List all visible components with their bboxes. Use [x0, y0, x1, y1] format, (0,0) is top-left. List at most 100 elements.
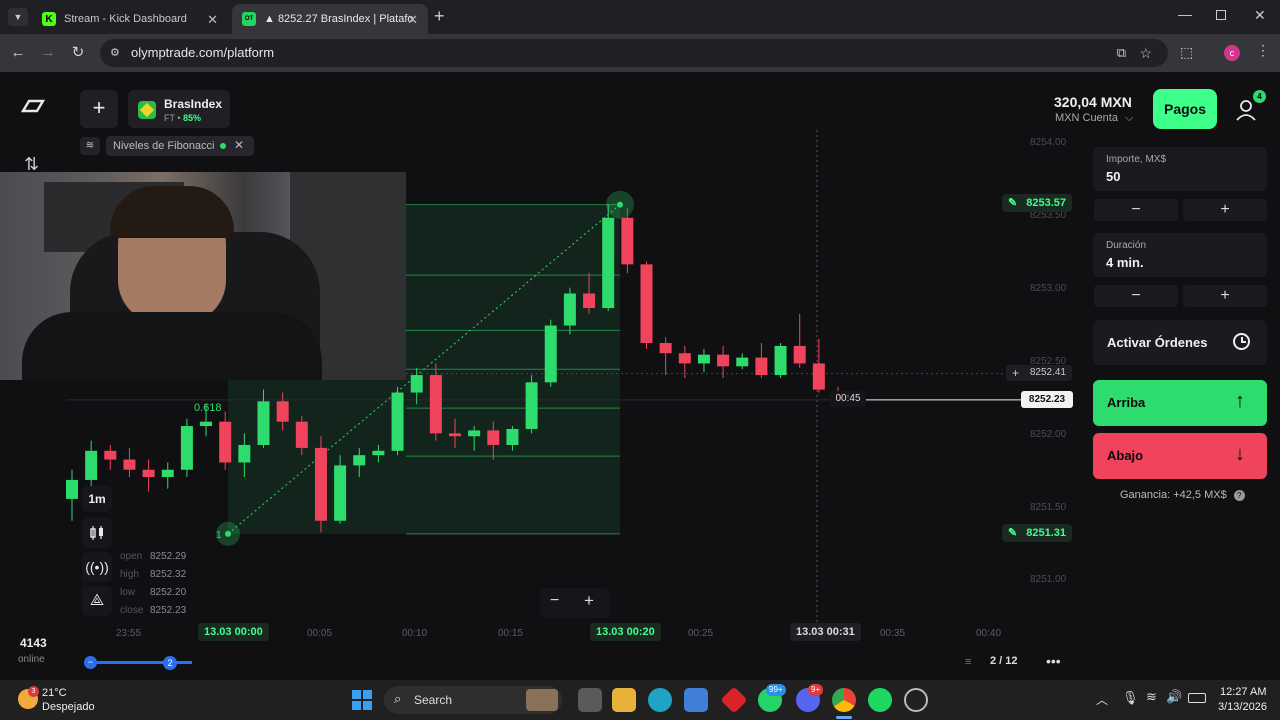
- payments-button[interactable]: Pagos: [1153, 89, 1217, 129]
- account-type-selector[interactable]: MXN Cuenta ⌵: [1055, 112, 1133, 125]
- pending-orders-button[interactable]: Activar Órdenes: [1093, 320, 1267, 365]
- duration-label: Duración: [1106, 240, 1147, 251]
- x-tick-label: 00:40: [976, 628, 1002, 639]
- taskbar-search[interactable]: ⌕ Search: [384, 686, 562, 714]
- forward-arrow-icon[interactable]: →: [38, 43, 58, 63]
- clock-date[interactable]: 3/13/2026: [1218, 701, 1267, 713]
- more-options-icon[interactable]: •••: [1046, 653, 1061, 669]
- settings-gear-icon[interactable]: [904, 688, 928, 712]
- whatsapp-badge: 99+: [766, 684, 786, 696]
- x-tick-label: 13.03 00:31: [790, 623, 861, 641]
- account-balance[interactable]: 320,04 MXN: [1054, 94, 1132, 110]
- chrome-icon[interactable]: [832, 688, 856, 712]
- profile-avatar[interactable]: c: [1224, 45, 1240, 61]
- browser-toolbar: ← → ↻ ⚙ olymptrade.com/platform ⧉ ☆ ⬚ c …: [0, 34, 1280, 72]
- ohlc-open-label: open: [120, 551, 143, 562]
- browser-menu-icon[interactable]: ⋮: [1256, 42, 1270, 59]
- tab-olymptrade[interactable]: OT ▲ 8252.27 BrasIndex | Plataform ✕: [232, 4, 428, 34]
- add-asset-button[interactable]: +: [80, 90, 118, 128]
- candle-body: [180, 426, 193, 470]
- wifi-icon[interactable]: ≋: [1146, 689, 1157, 705]
- candle-body: [238, 444, 251, 463]
- windows-start-icon[interactable]: [352, 690, 372, 710]
- duration-field[interactable]: Duración 4 min.: [1093, 233, 1267, 277]
- volume-icon[interactable]: 🔊: [1166, 689, 1182, 705]
- crosshair-price-tag[interactable]: +8252.41: [1006, 365, 1072, 381]
- crosshair-price-value: 8252.41: [1029, 367, 1066, 378]
- clock-icon: [1233, 333, 1250, 350]
- close-tab-icon[interactable]: ✕: [207, 12, 218, 28]
- candle-body: [372, 450, 385, 456]
- tab-kick-dashboard[interactable]: K Stream - Kick Dashboard ✕: [32, 4, 228, 34]
- buy-up-button[interactable]: Arriba ↑: [1093, 380, 1267, 426]
- bookmark-star-icon[interactable]: ☆: [1139, 39, 1152, 67]
- candle-body: [161, 469, 174, 478]
- ohlc-close-label: close: [120, 605, 144, 616]
- fib-high-tag[interactable]: ✎ 8253.57: [1002, 194, 1072, 212]
- x-tick-label: 00:35: [880, 628, 906, 639]
- spotify-icon[interactable]: [868, 688, 892, 712]
- notification-badge: 4: [1253, 90, 1266, 103]
- site-info-icon[interactable]: ⚙: [110, 39, 120, 67]
- ohlc-open-value: 8252.29: [150, 551, 187, 562]
- history-slider-handle[interactable]: −: [84, 656, 97, 669]
- fib-low-tag[interactable]: ✎ 8251.31: [1002, 524, 1072, 542]
- install-app-icon[interactable]: ⧉: [1117, 39, 1126, 67]
- duration-decrease-button[interactable]: −: [1094, 285, 1178, 307]
- extensions-icon[interactable]: ⬚: [1180, 44, 1193, 61]
- windows-taskbar: 3 21°C Despejado ⌕ Search 99+ 9+ ︿ 🎙 ≋ 🔊…: [0, 680, 1280, 720]
- address-bar[interactable]: ⚙ olymptrade.com/platform ⧉ ☆: [100, 39, 1168, 67]
- candle-type-icon[interactable]: [82, 518, 112, 548]
- store-icon[interactable]: [684, 688, 708, 712]
- candle-body: [257, 401, 270, 445]
- candle-body: [391, 392, 404, 451]
- candle-body: [142, 469, 155, 478]
- edit-pencil-icon: ✎: [1008, 527, 1018, 539]
- timeframe-button[interactable]: 1m: [82, 486, 112, 512]
- back-arrow-icon[interactable]: ←: [8, 43, 28, 63]
- candle-body: [314, 447, 327, 521]
- reload-icon[interactable]: ↻: [68, 43, 88, 63]
- fib-low-value: 8251.31: [1026, 527, 1066, 539]
- asset-selector[interactable]: BrasIndex FT • 85%: [128, 90, 230, 128]
- show-hidden-icons-icon[interactable]: ︿: [1096, 691, 1108, 708]
- close-window-icon[interactable]: ✕: [1254, 7, 1266, 24]
- close-tab-icon[interactable]: ✕: [407, 12, 418, 28]
- restore-window-icon[interactable]: [1216, 10, 1226, 20]
- help-icon[interactable]: ?: [1233, 490, 1245, 501]
- candle-body: [449, 433, 461, 437]
- minimize-window-icon[interactable]: —: [1178, 6, 1192, 22]
- fib-high-value: 8253.57: [1026, 197, 1066, 209]
- duration-increase-button[interactable]: +: [1183, 285, 1267, 307]
- battery-icon[interactable]: [1188, 693, 1206, 703]
- app-red-icon[interactable]: [720, 686, 748, 714]
- ohlc-high-label: high: [120, 569, 139, 580]
- new-tab-plus-icon[interactable]: +: [434, 6, 445, 27]
- amount-decrease-button[interactable]: −: [1094, 199, 1178, 221]
- sell-down-button[interactable]: Abajo ↓: [1093, 433, 1267, 479]
- stack-icon[interactable]: ≡: [965, 656, 971, 668]
- browser-tabbar: ▼ K Stream - Kick Dashboard ✕ OT ▲ 8252.…: [0, 0, 1280, 34]
- amount-label: Importe, MX$: [1106, 154, 1167, 165]
- zoom-out-button[interactable]: −: [550, 592, 559, 610]
- candle-body: [697, 354, 710, 364]
- signal-broadcast-icon[interactable]: ((•)): [82, 552, 112, 582]
- microphone-icon[interactable]: 🎙: [1122, 690, 1139, 706]
- user-profile-button[interactable]: 4: [1228, 90, 1266, 128]
- amount-field[interactable]: Importe, MX$ 50: [1093, 147, 1267, 191]
- candle-body: [717, 354, 730, 367]
- clock-time[interactable]: 12:27 AM: [1220, 686, 1266, 698]
- add-alert-plus-icon[interactable]: +: [1012, 365, 1019, 381]
- tab-list-menu-icon[interactable]: ▼: [8, 8, 28, 26]
- edge-icon[interactable]: [648, 688, 672, 712]
- x-tick-label: 13.03 00:20: [590, 623, 661, 641]
- up-label: Arriba: [1107, 395, 1146, 410]
- amount-increase-button[interactable]: +: [1183, 199, 1267, 221]
- task-view-icon[interactable]: [578, 688, 602, 712]
- candle-body: [334, 465, 347, 521]
- active-app-indicator: [836, 716, 852, 719]
- drawing-tools-icon[interactable]: ⟁: [82, 586, 112, 616]
- file-explorer-icon[interactable]: [612, 688, 636, 712]
- history-slider-badge[interactable]: 2: [163, 656, 177, 670]
- zoom-in-button[interactable]: +: [584, 591, 594, 611]
